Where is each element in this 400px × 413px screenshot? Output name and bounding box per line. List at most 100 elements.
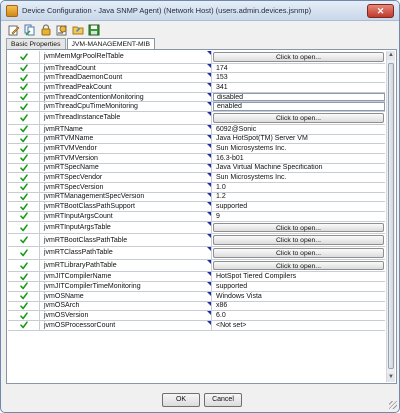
lock-icon[interactable] xyxy=(39,23,52,36)
table-row[interactable]: jvmThreadInstanceTable Click to open... xyxy=(8,112,385,125)
table-row[interactable]: jvmOSArch x86 xyxy=(8,301,385,312)
check-icon[interactable] xyxy=(8,247,40,259)
table-row[interactable]: jvmOSName Windows Vista xyxy=(8,291,385,302)
table-row[interactable]: jvmJITCompilerName HotSpot Tiered Compile… xyxy=(8,272,385,283)
open-table-button[interactable]: Click to open... xyxy=(213,222,384,233)
check-icon[interactable] xyxy=(8,259,40,272)
table-row[interactable]: jvmRTInputArgsCount 9 xyxy=(8,212,385,222)
check-icon[interactable] xyxy=(8,272,40,282)
editable-marker-icon xyxy=(207,182,211,187)
copy-icon[interactable] xyxy=(23,23,36,36)
table-row[interactable]: jvmRTSpecVersion 1.0 xyxy=(8,182,385,193)
table-row[interactable]: jvmRTInputArgsTable Click to open... xyxy=(8,221,385,235)
cancel-button[interactable]: Cancel xyxy=(204,393,242,407)
editable-marker-icon xyxy=(207,320,211,325)
check-icon[interactable] xyxy=(8,192,40,202)
check-icon[interactable] xyxy=(8,124,40,134)
table-row[interactable]: jvmRTSpecVendor Sun Microsystems Inc. xyxy=(8,173,385,183)
check-icon[interactable] xyxy=(8,112,40,124)
table-row[interactable]: jvmThreadCount 174 xyxy=(8,63,385,74)
save-icon[interactable] xyxy=(87,23,100,36)
ok-button[interactable]: OK xyxy=(162,393,200,407)
editable-marker-icon xyxy=(207,173,211,178)
editable-marker-icon xyxy=(207,259,211,264)
table-row[interactable]: jvmRTVMVendor Sun Microsystems Inc. xyxy=(8,144,385,154)
open-table-button[interactable]: Click to open... xyxy=(213,113,384,123)
property-name-label: jvmRTClassPathTable xyxy=(44,249,113,257)
property-value: Windows Vista xyxy=(216,292,262,300)
check-icon[interactable] xyxy=(8,282,40,291)
property-name: jvmRTManagementSpecVersion xyxy=(41,192,212,202)
editable-marker-icon xyxy=(207,51,211,55)
title-bar[interactable]: Device Configuration - Java SNMP Agent) … xyxy=(1,1,399,21)
check-icon[interactable] xyxy=(8,63,40,73)
check-icon[interactable] xyxy=(8,221,40,234)
check-icon[interactable] xyxy=(8,234,40,247)
table-row[interactable]: jvmRTName 6092@Sonic xyxy=(8,124,385,135)
property-value-field[interactable]: disabled xyxy=(213,92,385,102)
resize-grip[interactable] xyxy=(389,401,397,409)
check-icon[interactable] xyxy=(8,51,40,63)
check-icon[interactable] xyxy=(8,153,40,163)
close-button[interactable]: ✕ xyxy=(367,4,394,18)
open-table-button[interactable]: Click to open... xyxy=(213,248,384,258)
check-icon[interactable] xyxy=(8,212,40,221)
table-row[interactable]: jvmJITCompilerTimeMonitoring supported xyxy=(8,282,385,292)
table-row[interactable]: jvmOSProcessorCount <Not set> xyxy=(8,320,385,331)
table-row[interactable]: jvmRTBootClassPathTable Click to open... xyxy=(8,234,385,248)
table-row[interactable]: jvmThreadPeakCount 341 xyxy=(8,83,385,93)
table-row[interactable]: jvmRTSpecName Java Virtual Machine Specif… xyxy=(8,163,385,174)
property-name: jvmRTInputArgsTable xyxy=(41,221,212,234)
editable-marker-icon xyxy=(207,291,211,296)
property-name-label: jvmRTBootClassPathSupport xyxy=(44,203,135,211)
property-value: Java Virtual Machine Specification xyxy=(216,164,323,172)
table-row[interactable]: jvmMemMgrPoolRelTable Click to open... xyxy=(8,51,385,64)
editable-marker-icon xyxy=(207,102,211,107)
check-icon[interactable] xyxy=(8,301,40,311)
check-icon[interactable] xyxy=(8,102,40,112)
table-row[interactable]: jvmRTManagementSpecVersion 1.2 xyxy=(8,192,385,203)
check-icon[interactable] xyxy=(8,291,40,301)
editable-marker-icon xyxy=(207,134,211,139)
scroll-thumb[interactable] xyxy=(388,63,394,369)
check-icon[interactable] xyxy=(8,311,40,320)
folder-icon[interactable] xyxy=(71,23,84,36)
table-row[interactable]: jvmRTBootClassPathSupport supported xyxy=(8,202,385,212)
table-row[interactable]: jvmRTVMVersion 16.3-b01 xyxy=(8,153,385,164)
table-row[interactable]: jvmRTVMName Java HotSpot(TM) Server VM xyxy=(8,134,385,145)
check-icon[interactable] xyxy=(8,182,40,192)
property-name: jvmJITCompilerName xyxy=(41,272,212,282)
check-icon[interactable] xyxy=(8,320,40,330)
editable-marker-icon xyxy=(207,92,211,97)
property-name: jvmRTInputArgsCount xyxy=(41,212,212,221)
open-table-button[interactable]: Click to open... xyxy=(213,260,384,271)
property-value: 153 xyxy=(216,74,228,82)
check-icon[interactable] xyxy=(8,173,40,182)
table-row[interactable]: jvmRTClassPathTable Click to open... xyxy=(8,247,385,260)
property-name-label: jvmRTVMVersion xyxy=(44,154,98,162)
edit-icon[interactable] xyxy=(7,23,20,36)
property-value: supported xyxy=(216,282,248,290)
scroll-down-icon[interactable]: ▼ xyxy=(387,373,395,382)
editable-marker-icon xyxy=(207,301,211,306)
check-icon[interactable] xyxy=(8,144,40,153)
editable-marker-icon xyxy=(207,311,211,316)
table-row[interactable]: jvmThreadCpuTimeMonitoring enabled xyxy=(8,102,385,113)
open-table-button[interactable]: Click to open... xyxy=(213,235,384,246)
properties-icon[interactable] xyxy=(55,23,68,36)
check-icon[interactable] xyxy=(8,163,40,173)
check-icon[interactable] xyxy=(8,134,40,144)
table-row[interactable]: jvmRTLibraryPathTable Click to open... xyxy=(8,259,385,273)
open-table-button[interactable]: Click to open... xyxy=(213,52,384,62)
vertical-scrollbar[interactable]: ▲ ▼ xyxy=(386,51,395,382)
check-icon[interactable] xyxy=(8,202,40,211)
table-row[interactable]: jvmThreadContentionMonitoring disabled xyxy=(8,92,385,103)
property-name: jvmRTName xyxy=(41,124,212,134)
scroll-up-icon[interactable]: ▲ xyxy=(387,51,395,60)
property-value-field[interactable]: enabled xyxy=(213,102,385,112)
table-row[interactable]: jvmThreadDaemonCount 153 xyxy=(8,73,385,84)
check-icon[interactable] xyxy=(8,83,40,92)
check-icon[interactable] xyxy=(8,73,40,83)
check-icon[interactable] xyxy=(8,92,40,102)
table-row[interactable]: jvmOSVersion 6.0 xyxy=(8,311,385,321)
